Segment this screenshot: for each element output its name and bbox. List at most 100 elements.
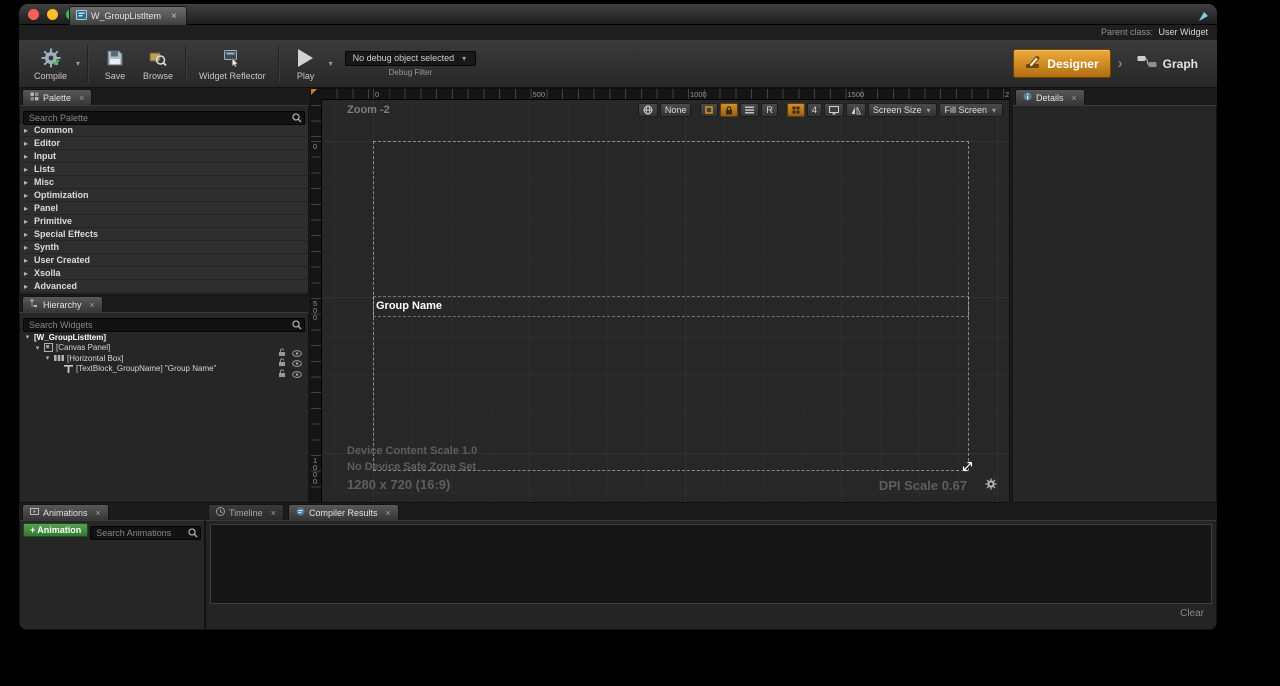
- browse-icon: [149, 47, 167, 69]
- animations-search-input[interactable]: [90, 526, 201, 540]
- screen-size-label: Screen Size: [873, 105, 922, 115]
- browse-button[interactable]: Browse: [136, 42, 180, 86]
- widget-outlines-button[interactable]: [740, 103, 759, 117]
- palette-category-row[interactable]: ▸Xsolla: [20, 267, 308, 280]
- compile-options-chevron-icon[interactable]: ▾: [76, 59, 80, 68]
- tab-palette[interactable]: Palette ×: [22, 89, 92, 105]
- hierarchy-search-input[interactable]: [23, 318, 305, 332]
- horizontal-box-outline[interactable]: Group Name: [373, 296, 969, 317]
- palette-search-input[interactable]: [23, 111, 305, 125]
- hierarchy-row[interactable]: ▾ [Horizontal Box]: [20, 353, 308, 364]
- add-animation-label: Animation: [37, 525, 81, 535]
- grid-snap-button[interactable]: [787, 103, 805, 117]
- expander-icon[interactable]: ▾: [44, 354, 51, 362]
- tab-details[interactable]: Details ×: [1015, 89, 1085, 105]
- palette-category-row[interactable]: ▸User Created: [20, 254, 308, 267]
- widget-reflector-icon: [223, 47, 241, 69]
- expander-icon: ▸: [24, 152, 31, 161]
- palette-category-label: Editor: [34, 138, 60, 148]
- save-button[interactable]: Save: [94, 42, 136, 86]
- graph-mode-button[interactable]: Graph: [1130, 49, 1205, 78]
- tab-close-icon[interactable]: ×: [271, 508, 276, 518]
- palette-category-row[interactable]: ▸Input: [20, 150, 308, 163]
- palette-category-row[interactable]: ▸Panel: [20, 202, 308, 215]
- device-content-scale-label: Device Content Scale 1.0: [347, 445, 477, 457]
- compiler-log[interactable]: [210, 524, 1212, 604]
- expander-icon: ▸: [24, 269, 31, 278]
- group-name-widget[interactable]: Group Name: [376, 297, 442, 316]
- breadcrumb-chevron-icon: ›: [1118, 55, 1123, 72]
- graph-icon: [1137, 55, 1157, 72]
- respect-locks-button[interactable]: R: [761, 103, 778, 117]
- clear-log-button[interactable]: Clear: [1180, 608, 1204, 619]
- lock-widgets-button[interactable]: [720, 103, 738, 117]
- expander-icon[interactable]: ▾: [34, 344, 41, 352]
- compiler-results-icon: [296, 507, 305, 518]
- tab-close-icon[interactable]: ×: [96, 508, 101, 518]
- palette-category-row[interactable]: ▸Editor: [20, 137, 308, 150]
- designer-mode-label: Designer: [1047, 57, 1098, 71]
- palette-category-label: Panel: [34, 203, 58, 213]
- palette-search: [23, 108, 305, 122]
- lock-icon[interactable]: [278, 365, 286, 383]
- add-animation-button[interactable]: + Animation: [23, 523, 88, 537]
- minimize-window-button[interactable]: [47, 9, 58, 20]
- hierarchy-item-label: [Horizontal Box]: [67, 354, 123, 363]
- expander-icon: ▸: [24, 243, 31, 252]
- culture-dropdown[interactable]: None: [660, 103, 692, 117]
- palette-category-row[interactable]: ▸Lists: [20, 163, 308, 176]
- palette-category-row[interactable]: ▸Common: [20, 124, 308, 137]
- visibility-eye-icon[interactable]: [292, 365, 302, 383]
- palette-category-row[interactable]: ▸Advanced: [20, 280, 308, 293]
- palette-category-row[interactable]: ▸Special Effects: [20, 228, 308, 241]
- play-options-chevron-icon[interactable]: ▾: [329, 59, 333, 68]
- tab-close-icon[interactable]: ×: [79, 93, 84, 103]
- horizontal-ruler: 0500100015002000: [311, 89, 1009, 100]
- play-icon: [298, 49, 313, 67]
- tab-animations[interactable]: Animations ×: [22, 504, 109, 520]
- close-window-button[interactable]: [28, 9, 39, 20]
- animations-toolbar: + Animation: [23, 523, 201, 537]
- palette-category-row[interactable]: ▸Misc: [20, 176, 308, 189]
- tab-timeline[interactable]: Timeline ×: [208, 504, 284, 520]
- palette-category-row[interactable]: ▸Synth: [20, 241, 308, 254]
- asset-tab[interactable]: W_GroupListItem ×: [69, 6, 187, 25]
- tab-close-icon[interactable]: ×: [171, 11, 177, 22]
- details-header: Details ×: [1012, 88, 1217, 105]
- designer-canvas[interactable]: Group Name 0500100015002000 05 0 01 0 0 …: [310, 88, 1010, 503]
- parent-class-value[interactable]: User Widget: [1158, 27, 1208, 37]
- fill-screen-label: Fill Screen: [944, 105, 987, 115]
- tab-hierarchy[interactable]: Hierarchy ×: [22, 296, 103, 312]
- widget-reflector-button[interactable]: Widget Reflector: [192, 42, 273, 86]
- details-body: [1012, 105, 1217, 503]
- chevron-down-icon: ▾: [992, 106, 996, 115]
- hierarchy-row[interactable]: ▾[W_GroupListItem]: [20, 332, 308, 343]
- expander-icon[interactable]: ▾: [24, 333, 31, 341]
- ruler-mark: 0: [313, 143, 317, 150]
- palette-category-row[interactable]: ▸Optimization: [20, 189, 308, 202]
- animations-body: + Animation: [19, 520, 205, 630]
- fill-screen-dropdown[interactable]: Fill Screen ▾: [939, 103, 1003, 117]
- outline-toggle-button[interactable]: [700, 103, 718, 117]
- tab-close-icon[interactable]: ×: [90, 300, 95, 310]
- tab-close-icon[interactable]: ×: [385, 508, 390, 518]
- hierarchy-row[interactable]: [TextBlock_GroupName] "Group Name": [20, 364, 308, 375]
- play-button[interactable]: Play: [285, 42, 327, 86]
- tab-close-icon[interactable]: ×: [1072, 93, 1077, 103]
- toolbar-divider: [278, 45, 280, 83]
- dpi-settings-gear-icon[interactable]: [985, 477, 997, 495]
- palette-category-row[interactable]: ▸Primitive: [20, 215, 308, 228]
- safe-zone-button[interactable]: [824, 103, 844, 117]
- palette-category-label: Common: [34, 125, 73, 135]
- localization-preview-button[interactable]: [638, 103, 658, 117]
- snap-size-dropdown[interactable]: 4: [807, 103, 822, 117]
- hierarchy-item-label: [W_GroupListItem]: [34, 333, 106, 342]
- hierarchy-row[interactable]: ▾[Canvas Panel]: [20, 343, 308, 354]
- compile-button[interactable]: Compile: [27, 42, 74, 86]
- designer-mode-button[interactable]: Designer: [1013, 49, 1110, 78]
- screen-size-dropdown[interactable]: Screen Size ▾: [868, 103, 938, 117]
- tab-compiler-results[interactable]: Compiler Results ×: [288, 504, 399, 520]
- mirror-button[interactable]: [846, 103, 866, 117]
- resize-handle-icon[interactable]: [961, 460, 974, 478]
- debug-object-dropdown[interactable]: No debug object selected ▾: [345, 51, 477, 66]
